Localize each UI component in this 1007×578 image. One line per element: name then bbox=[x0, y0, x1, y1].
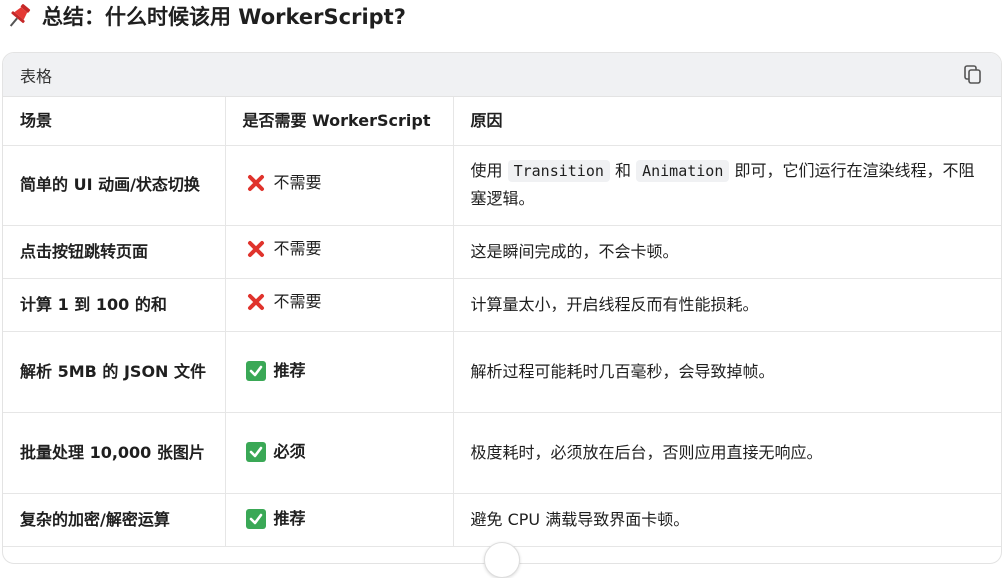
reason-cell: 使用 Transition 和 Animation 即可，它们运行在渲染线程，不… bbox=[453, 145, 1001, 226]
code-animation: Animation bbox=[636, 160, 730, 182]
scene-cell: 简单的 UI 动画/状态切换 bbox=[3, 145, 226, 226]
table-row: 点击按钮跳转页面 不需要 这是瞬间完成的，不会卡顿。 bbox=[3, 225, 1001, 279]
heading-title: 总结：什么时候该用 WorkerScript? bbox=[42, 5, 406, 29]
need-cell: 推荐 bbox=[225, 331, 454, 413]
need-label: 不需要 bbox=[273, 172, 322, 192]
check-mark-icon bbox=[245, 441, 266, 462]
scroll-down-button[interactable] bbox=[484, 542, 520, 578]
need-cell: 推荐 bbox=[225, 493, 454, 547]
scene-cell: 复杂的加密/解密运算 bbox=[3, 493, 226, 547]
reason-cell: 这是瞬间完成的，不会卡顿。 bbox=[453, 225, 1001, 279]
reason-text: 使用 bbox=[470, 161, 508, 180]
table-card-label: 表格 bbox=[20, 66, 53, 86]
reason-text: 和 bbox=[609, 161, 637, 180]
table-row: 解析 5MB 的 JSON 文件 推荐 解析过程可能耗时几百毫秒，会导致掉帧。 bbox=[3, 331, 1001, 413]
check-mark-icon bbox=[245, 360, 266, 381]
cross-mark-icon bbox=[247, 241, 264, 257]
reason-cell: 解析过程可能耗时几百毫秒，会导致掉帧。 bbox=[453, 331, 1001, 413]
need-label: 不需要 bbox=[273, 292, 322, 311]
summary-table: 场景 是否需要 WorkerScript 原因 简单的 UI 动画/状态切换 不… bbox=[3, 97, 1001, 547]
pushpin-icon bbox=[9, 4, 31, 27]
need-cell: 必须 bbox=[225, 412, 454, 494]
header-need: 是否需要 WorkerScript bbox=[225, 97, 454, 146]
need-label: 不需要 bbox=[273, 239, 322, 258]
code-transition: Transition bbox=[507, 160, 610, 182]
table-row: 简单的 UI 动画/状态切换 不需要 使用 Transition 和 Anima… bbox=[3, 145, 1001, 226]
scene-cell: 点击按钮跳转页面 bbox=[3, 225, 226, 279]
scene-cell: 计算 1 到 100 的和 bbox=[3, 278, 226, 332]
reason-cell: 避免 CPU 满载导致界面卡顿。 bbox=[453, 493, 1001, 547]
need-cell: 不需要 bbox=[225, 145, 454, 226]
need-cell: 不需要 bbox=[225, 278, 454, 332]
header-scene: 场景 bbox=[3, 97, 226, 146]
need-label: 推荐 bbox=[273, 508, 306, 528]
table-header-row: 场景 是否需要 WorkerScript 原因 bbox=[3, 97, 1001, 146]
table-card-header: 表格 bbox=[3, 53, 1001, 97]
copy-button[interactable] bbox=[962, 64, 984, 86]
section-heading: 总结：什么时候该用 WorkerScript? bbox=[4, 0, 406, 32]
need-cell: 不需要 bbox=[225, 225, 454, 279]
table-row: 复杂的加密/解密运算 推荐 避免 CPU 满载导致界面卡顿。 bbox=[3, 493, 1001, 547]
scene-cell: 解析 5MB 的 JSON 文件 bbox=[3, 331, 226, 413]
header-reason: 原因 bbox=[453, 97, 1001, 146]
need-label: 推荐 bbox=[273, 360, 306, 380]
table-row: 批量处理 10,000 张图片 必须 极度耗时，必须放在后台，否则应用直接无响应… bbox=[3, 412, 1001, 494]
table-row: 计算 1 到 100 的和 不需要 计算量太小，开启线程反而有性能损耗。 bbox=[3, 278, 1001, 332]
reason-cell: 极度耗时，必须放在后台，否则应用直接无响应。 bbox=[453, 412, 1001, 494]
reason-cell: 计算量太小，开启线程反而有性能损耗。 bbox=[453, 278, 1001, 332]
cross-mark-icon bbox=[247, 174, 264, 191]
cross-mark-icon bbox=[247, 294, 264, 310]
scene-cell: 批量处理 10,000 张图片 bbox=[3, 412, 226, 494]
copy-icon bbox=[964, 64, 981, 84]
check-mark-icon bbox=[245, 508, 266, 529]
table-card: 表格 场景 是否需要 WorkerScript 原因 简单的 UI 动画/状态切… bbox=[2, 52, 1002, 564]
need-label: 必须 bbox=[273, 441, 306, 461]
